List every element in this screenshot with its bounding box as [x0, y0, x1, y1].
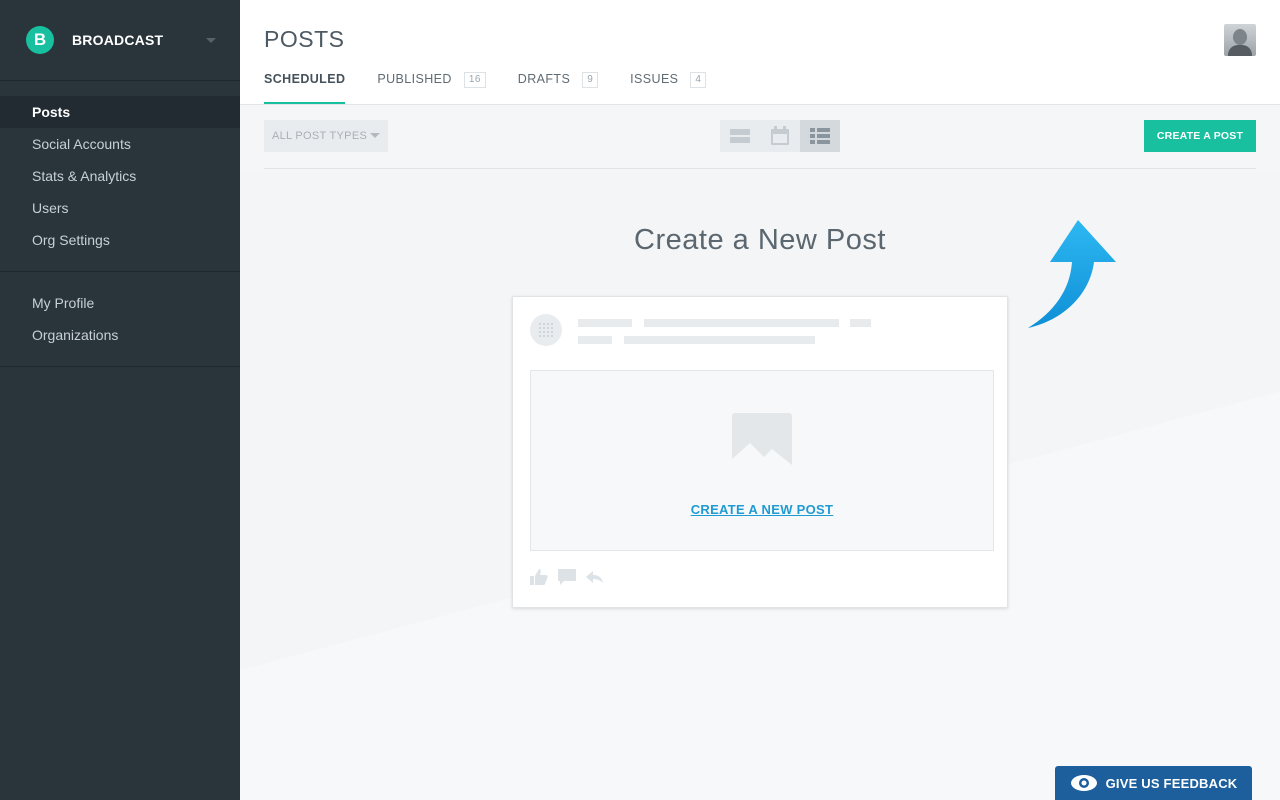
image-icon	[732, 413, 792, 473]
calendar-view-icon	[771, 126, 789, 145]
grid-view-icon	[810, 128, 830, 144]
feedback-label: GIVE US FEEDBACK	[1105, 775, 1238, 791]
media-placeholder: CREATE A NEW POST	[530, 370, 994, 551]
main-content: POSTS SCHEDULED PUBLISHED 16 DRAFTS 9 IS…	[240, 0, 1280, 800]
brand-logo: B	[26, 26, 54, 54]
create-post-button[interactable]: CREATE A POST	[1144, 120, 1256, 152]
list-view-icon	[730, 129, 750, 143]
grid-view-button[interactable]	[800, 120, 840, 152]
chevron-down-icon	[370, 133, 380, 138]
calendar-view-button[interactable]	[760, 120, 800, 152]
tab-count-badge: 4	[690, 72, 707, 88]
tab-count-badge: 16	[463, 72, 486, 88]
post-preview-card: CREATE A NEW POST	[512, 296, 1008, 608]
thumbs-up-icon	[530, 569, 548, 585]
toolbar: ALL POST TYPES CREATE A POST	[264, 105, 1256, 169]
sidebar-item-users[interactable]: Users	[0, 192, 240, 224]
sidebar-item-org-settings[interactable]: Org Settings	[0, 224, 240, 256]
avatar[interactable]	[1224, 24, 1256, 56]
post-tabs: SCHEDULED PUBLISHED 16 DRAFTS 9 ISSUES 4	[264, 62, 738, 104]
avatar-body	[1228, 45, 1252, 56]
page-header: POSTS SCHEDULED PUBLISHED 16 DRAFTS 9 IS…	[240, 0, 1280, 105]
skeleton-line	[578, 336, 612, 344]
sidebar-item-stats-analytics[interactable]: Stats & Analytics	[0, 160, 240, 192]
sidebar-item-my-profile[interactable]: My Profile	[0, 287, 240, 319]
tab-scheduled[interactable]: SCHEDULED	[264, 62, 346, 104]
post-actions	[530, 569, 604, 585]
skeleton-line	[624, 336, 815, 344]
sidebar: B BROADCAST Posts Social Accounts Stats …	[0, 0, 240, 800]
skeleton-line	[578, 319, 632, 327]
tab-label: DRAFTS	[517, 72, 571, 86]
tab-drafts[interactable]: DRAFTS 9	[517, 62, 599, 104]
sidebar-item-social-accounts[interactable]: Social Accounts	[0, 128, 240, 160]
comment-icon	[558, 569, 576, 585]
sidebar-item-posts[interactable]: Posts	[0, 96, 240, 128]
brand-switcher[interactable]: B BROADCAST	[0, 0, 240, 81]
tab-published[interactable]: PUBLISHED 16	[377, 62, 486, 104]
arrow-up-icon	[1028, 220, 1116, 328]
post-type-select-value: ALL POST TYPES	[272, 130, 368, 142]
primary-nav: Posts Social Accounts Stats & Analytics …	[0, 81, 240, 272]
mountain-icon	[732, 443, 792, 473]
tab-count-badge: 9	[582, 72, 599, 88]
empty-state-title: Create a New Post	[634, 224, 886, 256]
eye-icon	[1070, 775, 1097, 791]
create-new-post-link[interactable]: CREATE A NEW POST	[531, 502, 993, 517]
tab-label: PUBLISHED	[377, 72, 452, 86]
post-type-select[interactable]: ALL POST TYPES	[264, 120, 388, 152]
give-feedback-button[interactable]: GIVE US FEEDBACK	[1055, 766, 1252, 800]
tab-issues[interactable]: ISSUES 4	[630, 62, 707, 104]
view-switcher	[720, 120, 840, 152]
avatar-face	[1233, 29, 1247, 45]
skeleton-line	[644, 319, 839, 327]
skeleton-line	[850, 319, 871, 327]
reply-icon	[586, 571, 603, 583]
secondary-nav: My Profile Organizations	[0, 272, 240, 367]
tab-label: SCHEDULED	[264, 72, 346, 86]
brand-name: BROADCAST	[72, 32, 164, 48]
dots-grid-icon	[539, 323, 553, 337]
tab-label: ISSUES	[630, 72, 679, 86]
list-view-button[interactable]	[720, 120, 760, 152]
placeholder-avatar	[530, 314, 562, 346]
sidebar-item-organizations[interactable]: Organizations	[0, 319, 240, 351]
chevron-down-icon[interactable]	[206, 38, 216, 43]
page-title: POSTS	[264, 26, 345, 52]
